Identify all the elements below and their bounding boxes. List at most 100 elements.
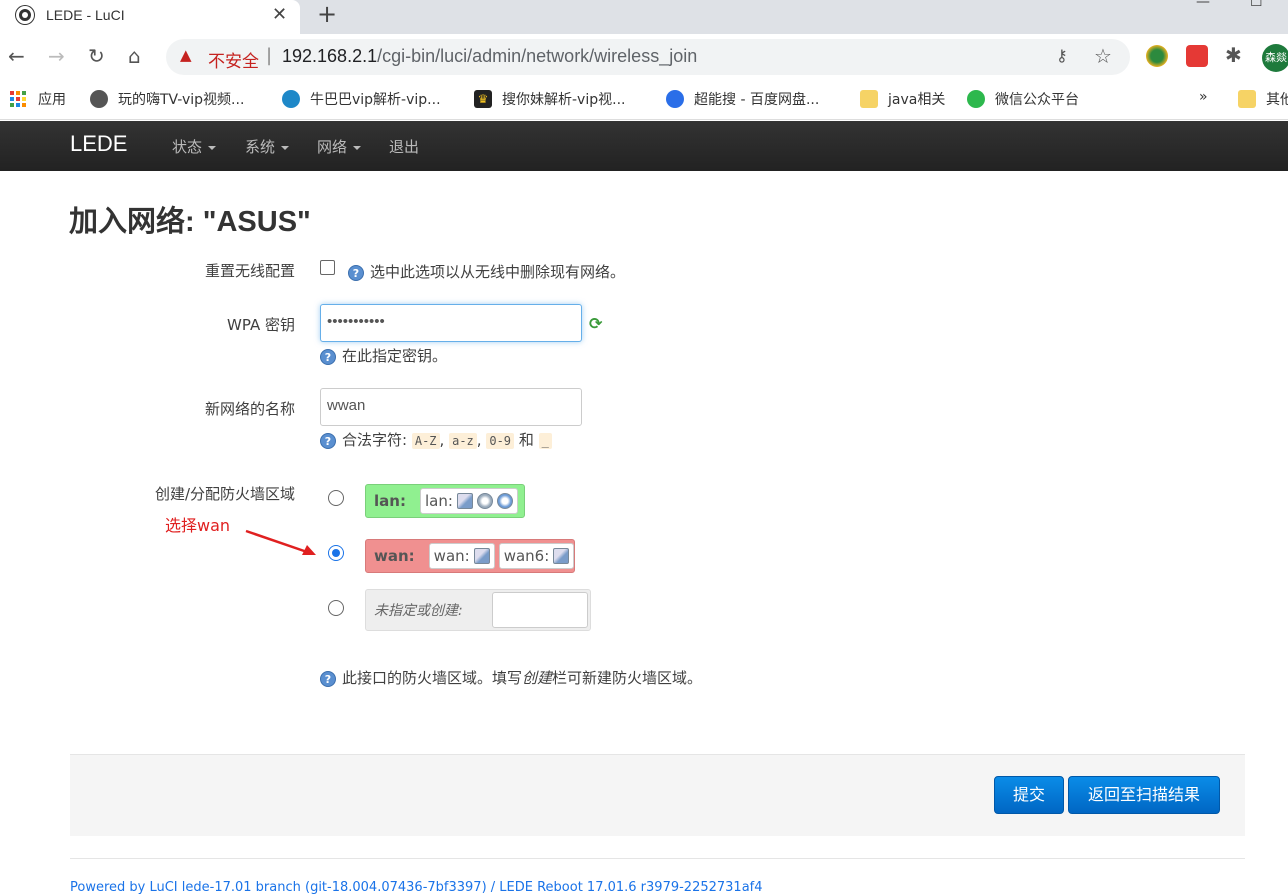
ethernet-port-icon [553, 548, 570, 564]
bookmark-folder[interactable]: 其他 [1238, 89, 1288, 109]
url-text[interactable]: 192.168.2.1/cgi-bin/luci/admin/network/w… [282, 46, 697, 67]
reset-config-checkbox[interactable] [320, 260, 335, 275]
help-text: 和 [518, 431, 534, 449]
help-icon: ? [320, 432, 336, 449]
wpa-key-input[interactable]: ••••••••••• [320, 304, 582, 342]
form-actions: 提交 返回至扫描结果 [70, 754, 1245, 836]
bookmark-label: 其他 [1266, 92, 1288, 108]
menu-status[interactable]: 状态 [172, 136, 217, 157]
back-to-scan-button[interactable]: 返回至扫描结果 [1068, 776, 1220, 814]
submit-button[interactable]: 提交 [994, 776, 1064, 814]
token-digits: 0-9 [486, 433, 515, 449]
profile-avatar[interactable]: 森燚 [1262, 44, 1288, 72]
interface-wan6: wan6: [498, 543, 575, 569]
extension-globe-icon[interactable] [1146, 45, 1168, 67]
zone-wan-badge[interactable]: wan: wan: wan6: [365, 539, 575, 573]
help-text: 合法字符: [342, 431, 408, 449]
bookmark-item[interactable]: 玩的嗨TV-vip视频... [90, 89, 244, 109]
bookmark-label: 超能搜 - 百度网盘... [694, 92, 820, 108]
interface-label: lan: [424, 492, 453, 510]
tab-title: LEDE - LuCI [46, 7, 125, 23]
brand-logo[interactable]: LEDE [70, 131, 127, 157]
wpa-key-help: ? 在此指定密钥。 [320, 345, 447, 366]
globe-icon [90, 90, 108, 108]
ethernet-port-icon [456, 493, 473, 509]
help-text: 此接口的防火墙区域。填写 [342, 669, 523, 687]
separator: | [266, 45, 273, 66]
menu-label: 网络 [317, 138, 348, 156]
bookmark-item[interactable]: 牛巴巴vip解析-vip... [282, 89, 441, 109]
bookmark-label: 牛巴巴vip解析-vip... [310, 92, 441, 108]
luci-navbar: LEDE 状态 系统 网络 退出 [0, 121, 1288, 171]
token-underscore: _ [538, 433, 552, 449]
crown-icon: ♛ [474, 90, 492, 108]
network-name-input[interactable]: wwan [320, 388, 582, 426]
interface-label: wan6: [503, 547, 550, 565]
menu-logout[interactable]: 退出 [389, 136, 419, 157]
annotation-text: 选择wan [165, 516, 231, 535]
caret-down-icon [281, 145, 290, 150]
browser-tab[interactable]: LEDE - LuCI ✕ [0, 0, 300, 34]
zone-wan-radio[interactable] [328, 545, 344, 561]
help-icon: ? [320, 670, 336, 687]
search-icon [666, 90, 684, 108]
minimize-icon[interactable]: — [1196, 0, 1210, 10]
bookmark-star-icon[interactable]: ☆ [1094, 44, 1112, 68]
reset-config-label: 重置无线配置 [204, 262, 295, 280]
reveal-toggle-icon[interactable]: ⟳ [589, 314, 602, 333]
play-icon [282, 90, 300, 108]
bookmark-label: 微信公众平台 [995, 92, 1079, 108]
divider [70, 858, 1245, 859]
key-icon[interactable]: ⚷ [1056, 46, 1068, 65]
new-tab-icon[interactable]: + [317, 0, 337, 28]
menu-system[interactable]: 系统 [245, 136, 290, 157]
help-icon: ? [348, 264, 364, 281]
more-bookmarks-icon[interactable]: » [1199, 89, 1208, 105]
caret-down-icon [208, 145, 217, 150]
wpa-key-label: WPA 密钥 [227, 316, 295, 334]
security-label[interactable]: 不安全 [208, 47, 259, 72]
page-title: 加入网络: "ASUS" [69, 206, 311, 238]
network-name-help: ? 合法字符: A-Z, a-z, 0-9 和 _ [320, 429, 552, 450]
home-icon[interactable]: ⌂ [128, 44, 141, 68]
bookmark-folder[interactable]: java相关 [860, 89, 945, 109]
reload-icon[interactable]: ↻ [88, 44, 105, 68]
zone-create-radio[interactable] [328, 600, 344, 616]
zone-name: lan: [374, 492, 406, 510]
maximize-icon[interactable]: ☐ [1250, 0, 1263, 10]
network-name-label: 新网络的名称 [204, 400, 295, 418]
bookmark-item[interactable]: 微信公众平台 [967, 89, 1079, 109]
new-zone-input[interactable] [492, 592, 588, 628]
extension-red-icon[interactable] [1186, 45, 1208, 67]
help-text: 在此指定密钥。 [342, 347, 448, 365]
bookmark-label: 应用 [38, 92, 66, 108]
zone-name: wan: [374, 547, 415, 565]
bookmark-item[interactable]: ♛ 搜你妹解析-vip视... [474, 89, 625, 109]
menu-label: 状态 [172, 138, 203, 156]
close-tab-icon[interactable]: ✕ [272, 4, 287, 25]
address-bar[interactable]: ▲ 不安全 | 192.168.2.1/cgi-bin/luci/admin/n… [166, 39, 1130, 75]
extensions-puzzle-icon[interactable]: ✱ [1225, 43, 1242, 67]
forward-arrow-icon[interactable]: → [48, 44, 65, 68]
url-path: /cgi-bin/luci/admin/network/wireless_joi… [377, 46, 698, 66]
bookmarks-bar: 应用 玩的嗨TV-vip视频... 牛巴巴vip解析-vip... ♛ 搜你妹解… [0, 80, 1288, 120]
wifi-icon [496, 493, 513, 509]
help-emphasis: 创建 [522, 669, 553, 687]
back-arrow-icon[interactable]: ← [8, 44, 25, 68]
interface-lan: lan: [419, 488, 518, 514]
firewall-zone-label: 创建/分配防火墙区域 [154, 485, 295, 503]
zone-lan-radio[interactable] [328, 490, 344, 506]
interface-wan: wan: [428, 543, 495, 569]
zone-lan-badge[interactable]: lan: lan: [365, 484, 525, 518]
bookmark-item[interactable]: 超能搜 - 百度网盘... [666, 89, 819, 109]
ethernet-port-icon [473, 548, 490, 564]
wechat-icon [967, 90, 985, 108]
annotation-arrow-icon [245, 529, 316, 555]
bookmark-apps[interactable]: 应用 [10, 89, 66, 109]
bookmark-label: 玩的嗨TV-vip视频... [118, 92, 245, 108]
browser-tab-bar: LEDE - LuCI ✕ + — ☐ [0, 0, 1288, 34]
token-az-lower: a-z [449, 433, 477, 449]
reset-config-help: ? 选中此选项以从无线中删除现有网络。 [348, 261, 625, 282]
folder-icon [860, 90, 878, 108]
menu-network[interactable]: 网络 [317, 136, 362, 157]
